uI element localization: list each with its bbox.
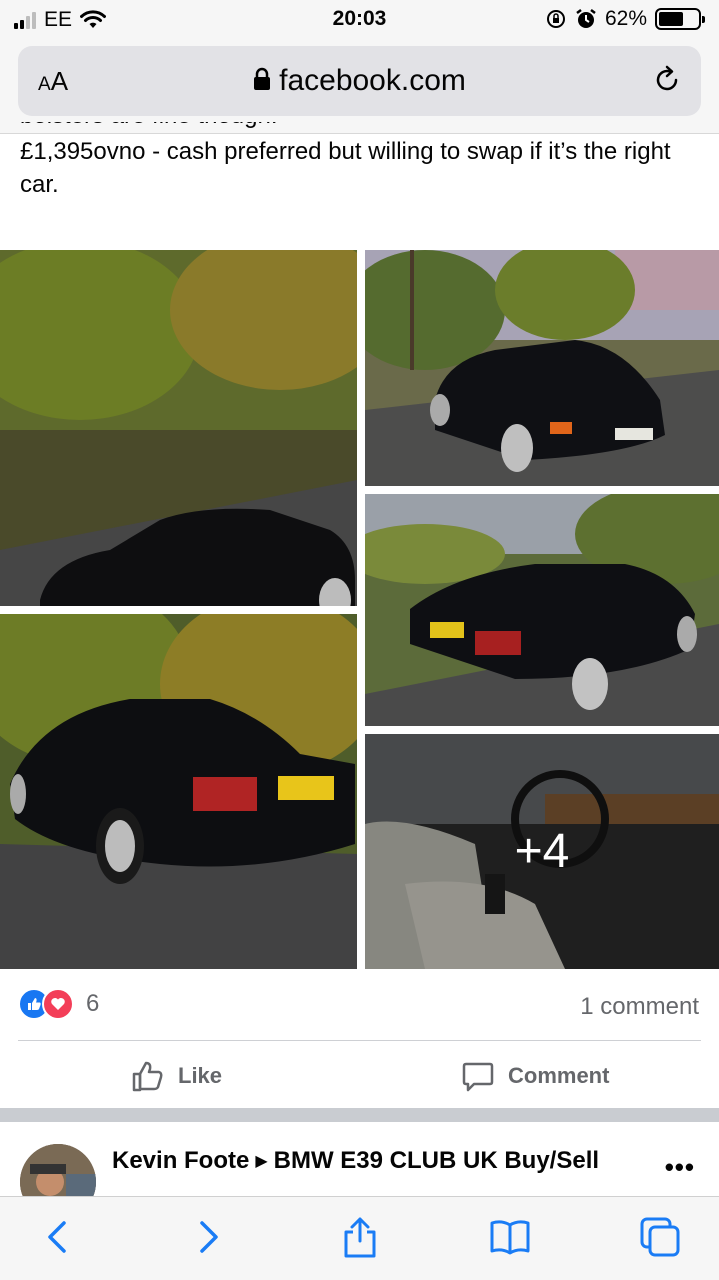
- like-label: Like: [178, 1063, 223, 1088]
- caret-right-icon: ▶: [255, 1153, 268, 1170]
- reload-icon[interactable]: [651, 64, 683, 96]
- author-name[interactable]: Kevin Foote: [112, 1147, 249, 1174]
- post-photo-1[interactable]: [0, 250, 357, 606]
- like-button[interactable]: Like: [130, 1055, 222, 1097]
- clipped-post-text: bolsters are fine though.: [20, 122, 520, 136]
- post-photo-5[interactable]: +4: [365, 734, 719, 969]
- forward-button[interactable]: [186, 1215, 230, 1259]
- back-button[interactable]: [36, 1215, 80, 1259]
- battery-percent: 62%: [604, 7, 647, 30]
- more-photos-overlay[interactable]: +4: [365, 734, 719, 969]
- avatar[interactable]: [20, 1144, 96, 1198]
- domain-label: facebook.com: [279, 64, 466, 97]
- lock-icon: [254, 67, 271, 90]
- like-icon: [132, 1061, 163, 1092]
- post-photo-2[interactable]: [365, 250, 719, 486]
- post-photo-4[interactable]: [0, 614, 357, 969]
- back-icon: [48, 1221, 66, 1253]
- share-icon: [344, 1217, 376, 1258]
- browser-header: AA facebook.com: [0, 38, 719, 134]
- feed-separator: [0, 1108, 719, 1122]
- tabs-button[interactable]: [638, 1215, 682, 1259]
- comment-button[interactable]: Comment: [460, 1055, 609, 1097]
- post-author-line[interactable]: Kevin Foote ▶ BMW E39 CLUB UK Buy/Sell: [112, 1146, 652, 1177]
- browser-toolbar: [0, 1196, 719, 1280]
- address-bar[interactable]: AA facebook.com: [18, 46, 701, 116]
- alarm-icon: [576, 9, 596, 28]
- share-button[interactable]: [338, 1215, 382, 1259]
- bookmarks-button[interactable]: [488, 1215, 532, 1259]
- divider: [18, 1040, 701, 1041]
- reactions-summary[interactable]: 6: [18, 988, 99, 1020]
- post-text: £1,395ovno - cash preferred but willing …: [20, 138, 671, 198]
- comments-count-link[interactable]: 1 comment: [580, 993, 699, 1021]
- tabs-icon: [640, 1217, 680, 1257]
- next-post-header: Kevin Foote ▶ BMW E39 CLUB UK Buy/Sell •••: [0, 1122, 719, 1198]
- battery-icon: [655, 8, 705, 30]
- bookmarks-icon: [490, 1220, 530, 1255]
- post-photo-3[interactable]: [365, 494, 719, 726]
- comment-icon: [462, 1062, 494, 1092]
- more-options-icon[interactable]: •••: [665, 1152, 695, 1183]
- status-bar: EE 20:03 62%: [0, 0, 719, 38]
- group-name[interactable]: BMW E39 CLUB UK Buy/Sell: [274, 1147, 599, 1174]
- screen-rotation-lock-icon: [546, 10, 565, 28]
- reaction-count: 6: [86, 990, 100, 1017]
- forward-icon: [200, 1221, 218, 1253]
- love-reaction-icon: [42, 988, 74, 1020]
- comment-label: Comment: [508, 1063, 610, 1088]
